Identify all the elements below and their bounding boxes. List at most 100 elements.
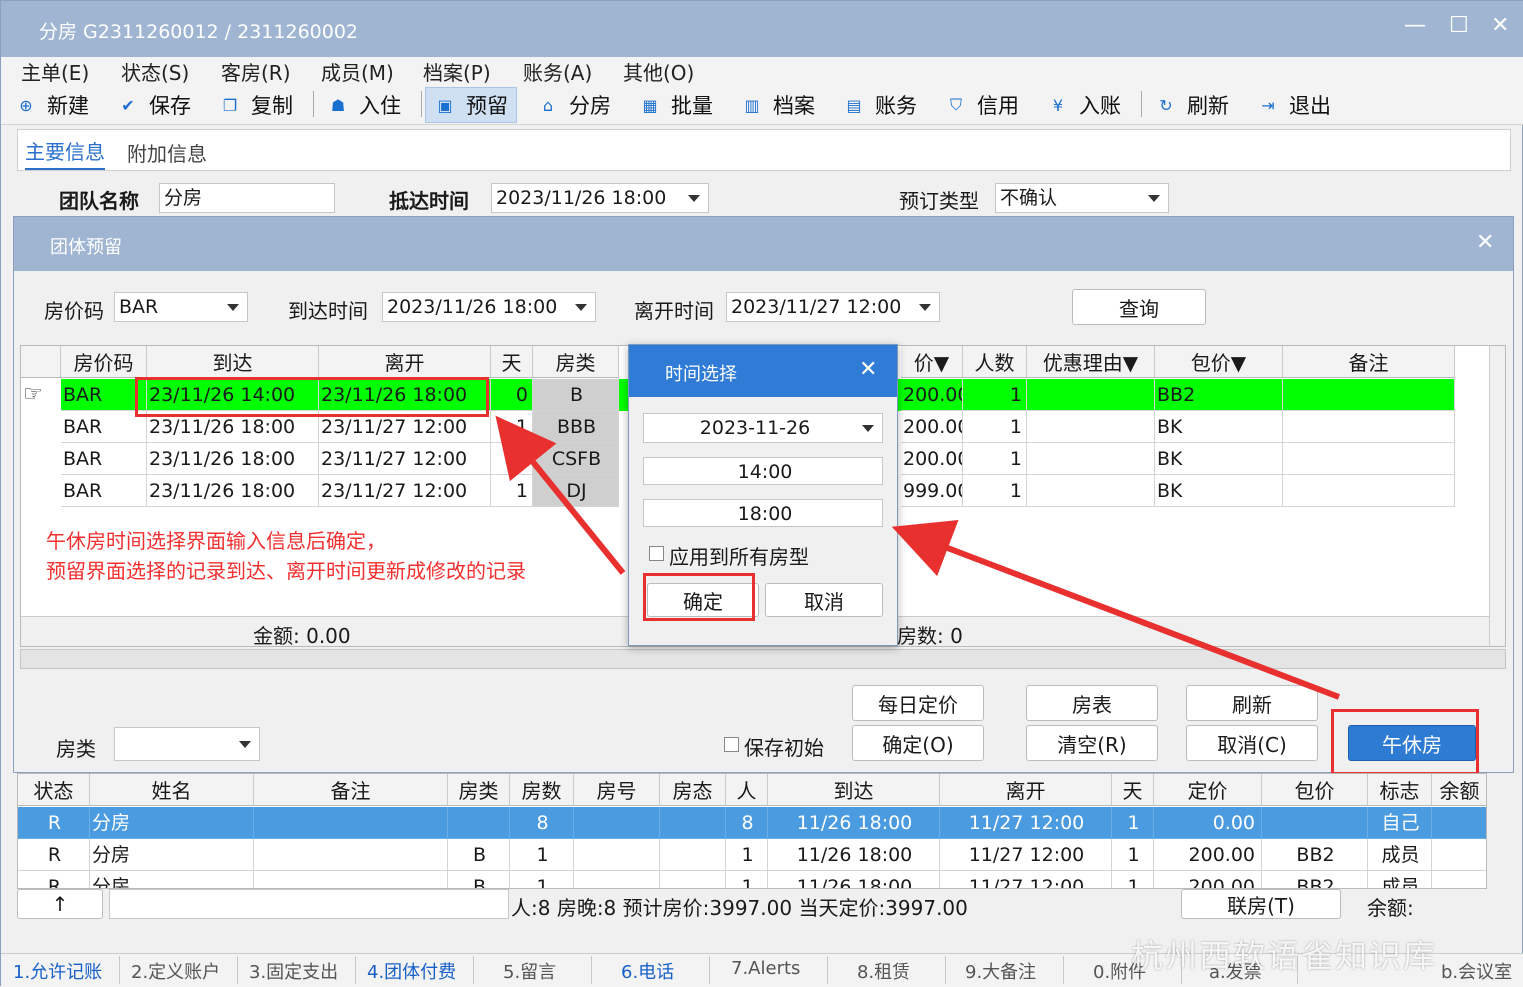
column-header[interactable]: 到达	[768, 774, 940, 806]
column-header[interactable]: 天	[1112, 774, 1154, 806]
member-cell: BB2	[1262, 839, 1368, 871]
apply-all-checkbox[interactable]	[649, 546, 664, 561]
column-header[interactable]: 包价	[1262, 774, 1368, 806]
column-header[interactable]: 离开	[940, 774, 1112, 806]
exit-button[interactable]: ⇥ 退出	[1257, 89, 1331, 121]
column-header[interactable]: 离开	[319, 346, 491, 378]
cancel-button[interactable]: 取消(C)	[1186, 725, 1318, 761]
tab-main-info[interactable]: 主要信息	[25, 136, 105, 170]
maximize-icon[interactable]: ☐	[1449, 13, 1469, 38]
minimize-icon[interactable]: —	[1404, 13, 1426, 38]
column-header[interactable]: 到达	[147, 346, 319, 378]
query-button[interactable]: 查询	[1072, 289, 1206, 325]
ok-button[interactable]: 确定(O)	[852, 725, 984, 761]
menu-other[interactable]: 其他(O)	[623, 57, 694, 86]
close-icon[interactable]: ✕	[859, 357, 877, 382]
up-arrow-icon[interactable]: ↑	[17, 889, 103, 919]
daily-price-button[interactable]: 每日定价	[852, 685, 984, 721]
close-icon[interactable]: ✕	[1491, 13, 1509, 38]
tab-message[interactable]: 5.留言	[503, 958, 556, 984]
copy-button[interactable]: ❐ 复制	[219, 89, 293, 121]
column-header[interactable]: 备注	[254, 774, 448, 806]
member-cell	[254, 807, 448, 839]
save-button[interactable]: ✔ 保存	[117, 89, 191, 121]
assign-room-button[interactable]: ⌂ 分房	[537, 89, 611, 121]
watermark: 杭州西软语雀知识库	[1131, 937, 1438, 975]
column-header[interactable]: 人数	[963, 346, 1027, 378]
tab-meeting-room[interactable]: b.会议室	[1441, 958, 1512, 984]
member-cell: 1	[726, 871, 768, 888]
column-header[interactable]: 房类	[533, 346, 619, 378]
column-header[interactable]: 状态	[18, 774, 90, 806]
room-type-select[interactable]	[114, 727, 260, 761]
credit-button[interactable]: ⛉ 信用	[945, 89, 1019, 121]
end-time-input[interactable]: 18:00	[643, 499, 883, 527]
tab-lease[interactable]: 8.租赁	[857, 958, 910, 984]
menu-profile[interactable]: 档案(P)	[423, 57, 491, 86]
member-cell	[254, 839, 448, 871]
tab-group-payment[interactable]: 4.团体付费	[367, 958, 456, 984]
profile-button[interactable]: ▥ 档案	[741, 89, 815, 121]
tab-fixed-expense[interactable]: 3.固定支出	[249, 958, 338, 984]
column-header[interactable]: 备注	[1283, 346, 1455, 378]
menu-status[interactable]: 状态(S)	[121, 57, 189, 86]
column-header[interactable]: 定价	[1154, 774, 1262, 806]
rate-code-select[interactable]: BAR	[114, 292, 248, 322]
tab-phone[interactable]: 6.电话	[621, 958, 674, 984]
close-icon[interactable]: ✕	[1476, 230, 1494, 255]
arrive-time-input[interactable]: 2023/11/26 18:00	[382, 292, 596, 322]
column-header[interactable]: 房数	[510, 774, 574, 806]
toolbar-divider	[421, 91, 422, 117]
row-package: BK	[1155, 443, 1283, 475]
column-header[interactable]: 余额	[1432, 774, 1486, 806]
save-initial-checkbox[interactable]	[724, 737, 739, 752]
tab-allow-posting[interactable]: 1.允许记账	[13, 958, 102, 984]
row-persons: 1	[963, 411, 1027, 443]
link-room-button[interactable]: 联房(T)	[1181, 889, 1341, 919]
menu-member[interactable]: 成员(M)	[321, 57, 394, 86]
column-header[interactable]: 房类	[448, 774, 510, 806]
room-table-button[interactable]: 房表	[1026, 685, 1158, 721]
menu-main[interactable]: 主单(E)	[21, 57, 89, 86]
vertical-scrollbar[interactable]	[1489, 346, 1505, 646]
start-time-input[interactable]: 14:00	[643, 457, 883, 485]
account-button[interactable]: ▤ 账务	[843, 89, 917, 121]
horizontal-scrollbar[interactable]	[20, 649, 1506, 669]
refresh-dialog-button[interactable]: 刷新	[1186, 685, 1318, 721]
column-header[interactable]: 优惠理由▼	[1027, 346, 1155, 378]
menu-room[interactable]: 客房(R)	[221, 57, 291, 86]
tab-define-account[interactable]: 2.定义账户	[131, 958, 220, 984]
checkin-button[interactable]: ☗ 入住	[327, 89, 401, 121]
column-header[interactable]: 包价▼	[1155, 346, 1283, 378]
tab-extra-info[interactable]: 附加信息	[127, 138, 207, 167]
column-header[interactable]: 房号	[574, 774, 660, 806]
column-header[interactable]: 天	[491, 346, 533, 378]
clear-button[interactable]: 清空(R)	[1026, 725, 1158, 761]
column-header[interactable]: 房价码	[61, 346, 147, 378]
window-title: 分房 G2311260012 / 2311260002	[39, 21, 359, 43]
balance-label: 余额:	[1367, 896, 1414, 920]
date-select[interactable]: 2023-11-26	[643, 413, 883, 443]
tab-big-note[interactable]: 9.大备注	[965, 958, 1036, 984]
search-input[interactable]	[109, 889, 509, 919]
column-header[interactable]: 姓名	[90, 774, 254, 806]
column-header[interactable]: 房态	[660, 774, 726, 806]
arrival-input[interactable]: 2023/11/26 18:00	[491, 183, 709, 213]
member-cell: 8	[726, 807, 768, 839]
column-header[interactable]: 标志	[1368, 774, 1432, 806]
tab-alerts[interactable]: 7.Alerts	[731, 958, 800, 979]
refresh-button[interactable]: ↻ 刷新	[1155, 89, 1229, 121]
row-remark	[1283, 379, 1455, 411]
group-name-input[interactable]: 分房	[159, 183, 335, 213]
row-remark	[1283, 411, 1455, 443]
depart-time-input[interactable]: 2023/11/27 12:00	[726, 292, 940, 322]
time-cancel-button[interactable]: 取消	[765, 583, 883, 617]
menu-account[interactable]: 账务(A)	[523, 57, 592, 86]
reserve-button[interactable]: ▣ 预留	[425, 87, 517, 123]
booking-type-select[interactable]: 不确认	[995, 183, 1169, 213]
post-button[interactable]: ¥ 入账	[1047, 89, 1121, 121]
new-button[interactable]: ⊕ 新建	[15, 89, 89, 121]
column-header[interactable]: 价▼	[901, 346, 963, 378]
batch-button[interactable]: ▦ 批量	[639, 89, 713, 121]
column-header[interactable]: 人	[726, 774, 768, 806]
